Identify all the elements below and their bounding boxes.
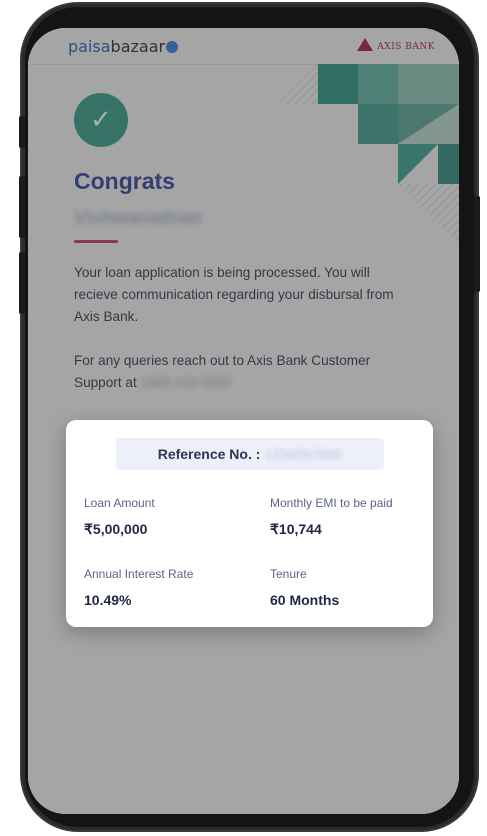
volume-up-button [19, 176, 25, 238]
emi-label: Monthly EMI to be paid [270, 496, 393, 510]
loan-details-card: Reference No. :1234567890 Loan Amount ₹5… [66, 420, 433, 627]
phone-screen: paisabazaar AXIS BANK ✓ Congrats Vishwan… [28, 28, 459, 814]
tenure-value: 60 Months [270, 592, 340, 608]
tenure-label: Tenure [270, 567, 307, 581]
interest-rate-label: Annual Interest Rate [84, 567, 194, 581]
reference-label: Reference No. : [157, 446, 261, 462]
mute-switch [19, 116, 25, 148]
loan-amount-label: Loan Amount [84, 496, 155, 510]
reference-value: 1234567890 [264, 446, 343, 462]
reference-number-box: Reference No. :1234567890 [116, 438, 384, 470]
interest-rate-value: 10.49% [84, 592, 132, 608]
power-button [474, 196, 480, 292]
volume-down-button [19, 252, 25, 314]
emi-value: ₹10,744 [270, 521, 322, 537]
loan-amount-value: ₹5,00,000 [84, 521, 148, 537]
